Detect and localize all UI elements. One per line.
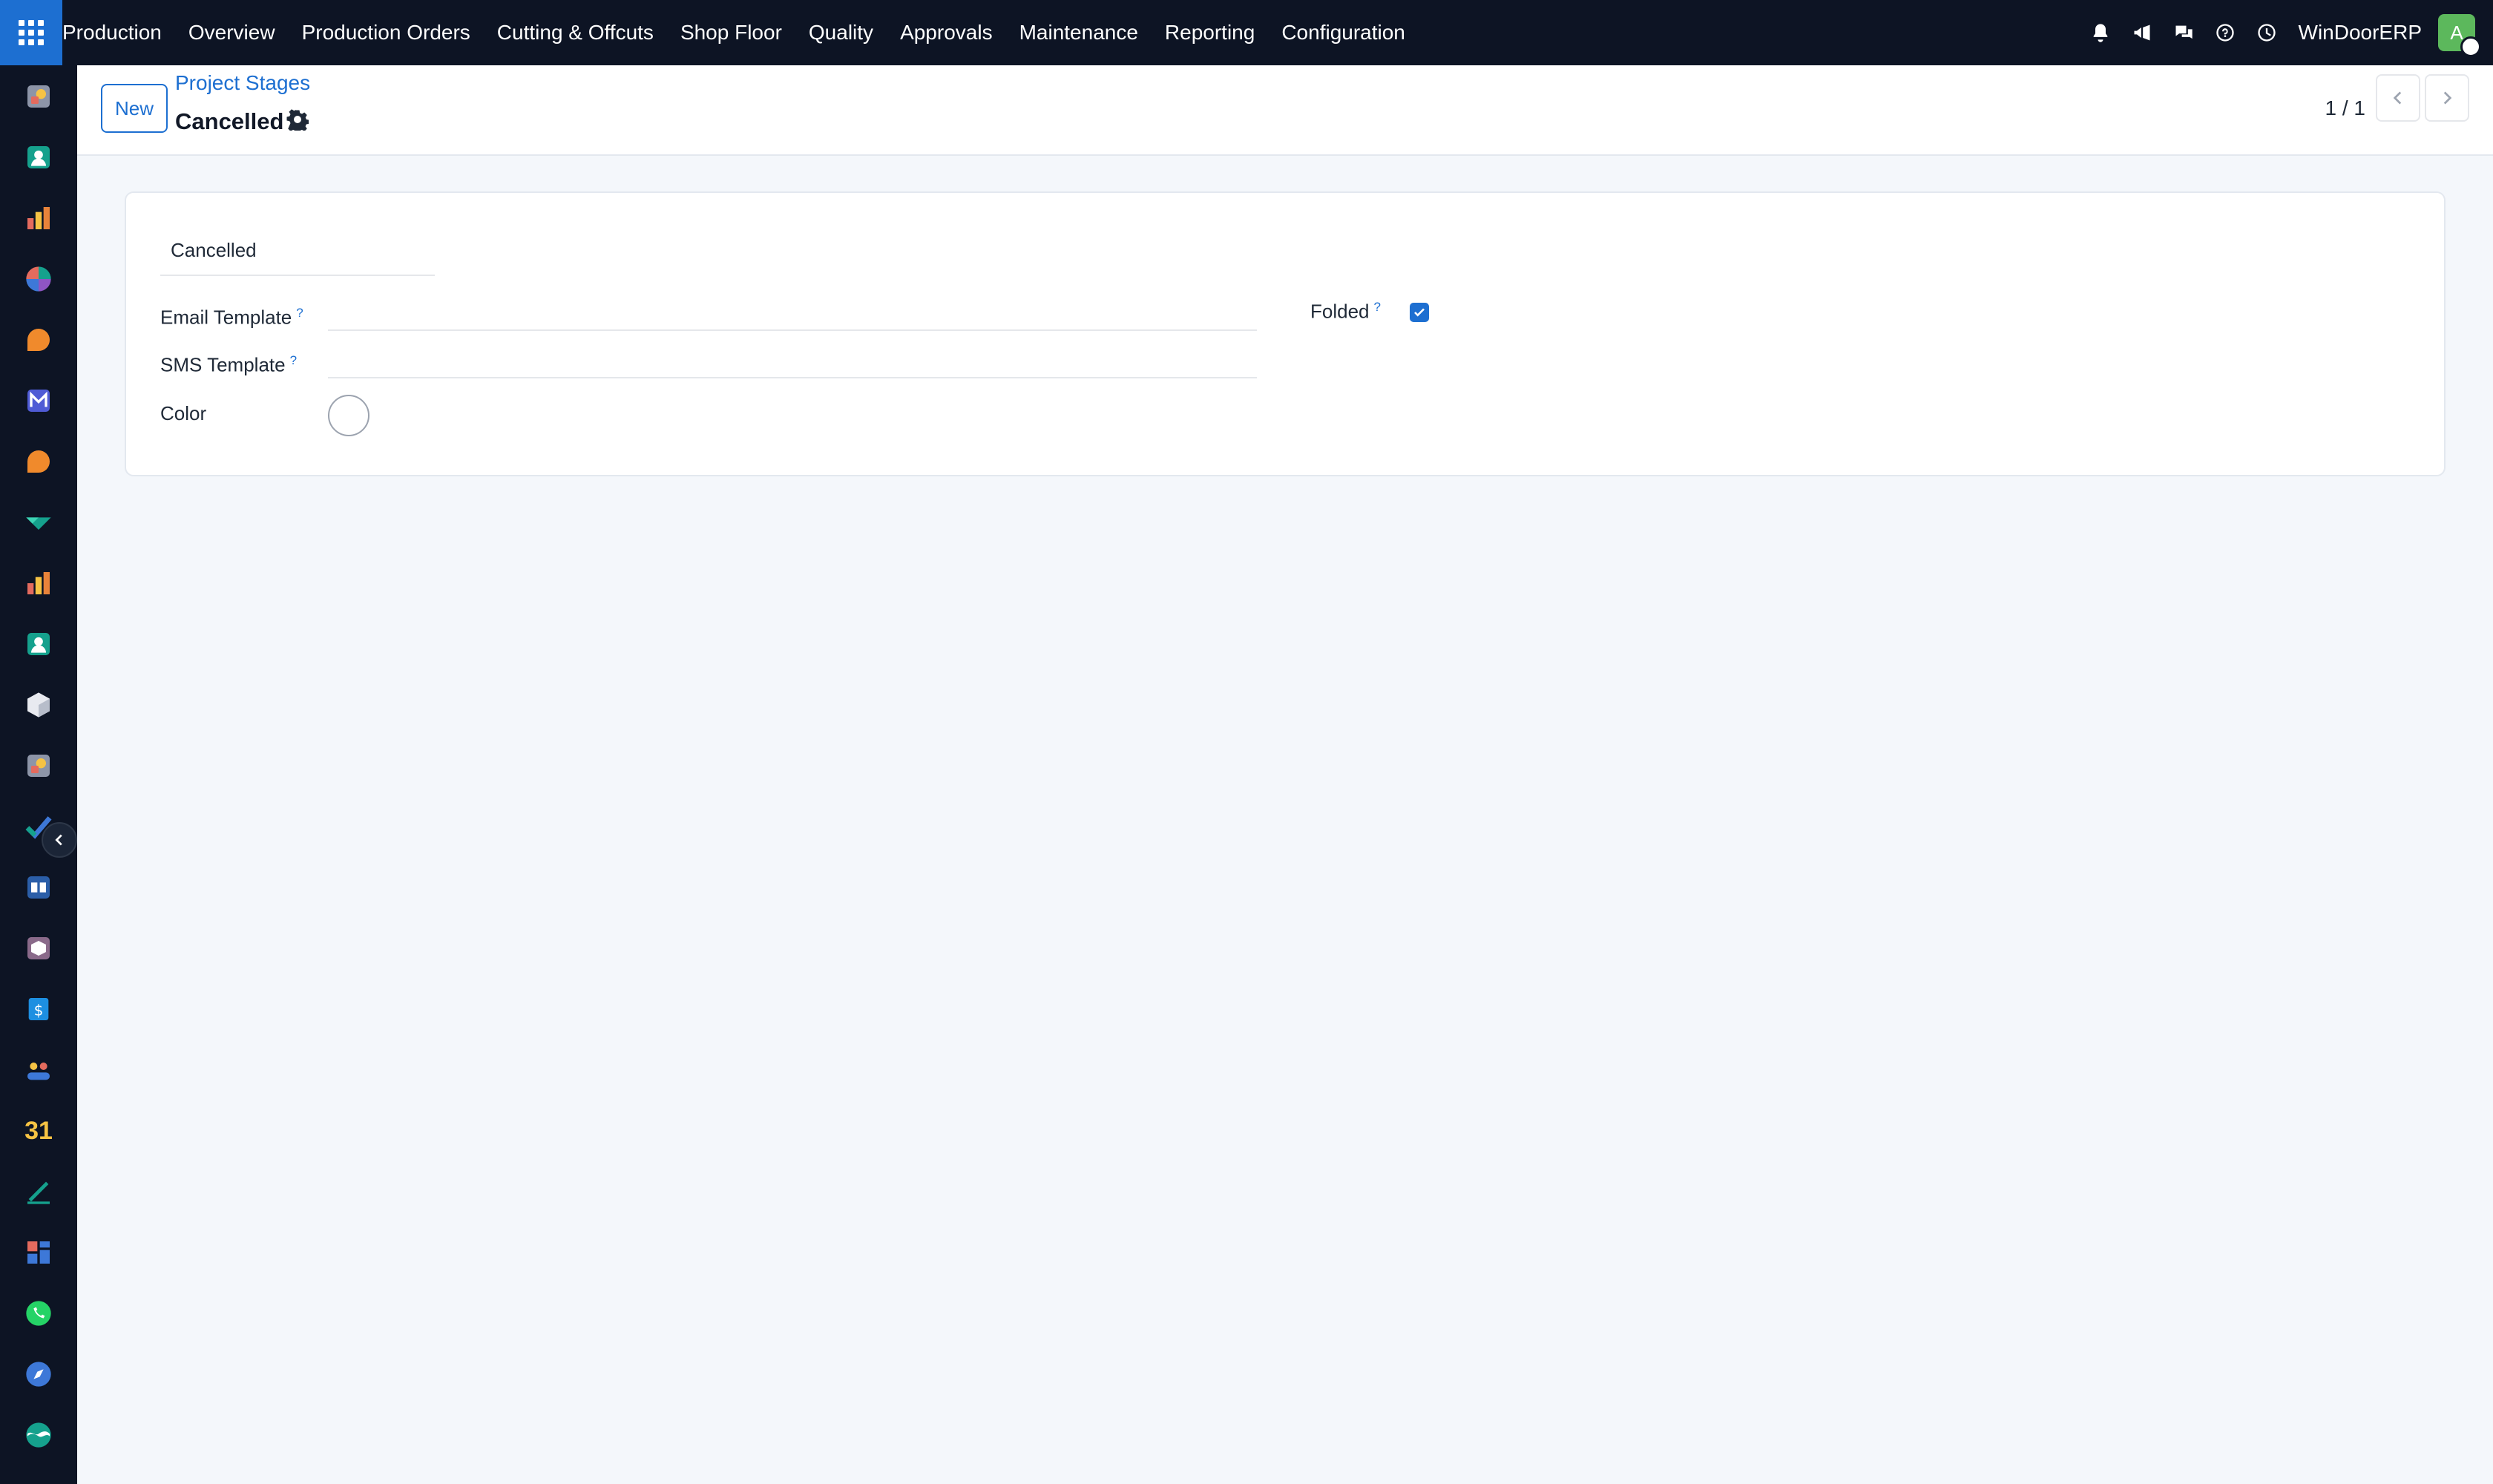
mail-icon[interactable] — [22, 384, 55, 417]
pager-previous-button[interactable] — [2376, 74, 2420, 122]
dashboard-icon[interactable] — [22, 1236, 55, 1269]
top-navbar: Production Overview Production Orders Cu… — [0, 0, 2493, 65]
pager-value[interactable]: 1 / 1 — [2325, 96, 2365, 120]
folded-label: Folded? — [1310, 300, 1381, 324]
form-sheet: Cancelled Email Template? SMS Template? … — [125, 191, 2446, 476]
people-icon[interactable] — [22, 1054, 55, 1086]
help-icon[interactable] — [2208, 16, 2242, 50]
sidebar-collapse-button[interactable] — [42, 822, 77, 858]
chevron-right-icon — [2443, 91, 2452, 105]
checkmark-icon — [1414, 308, 1425, 317]
stage-name-input[interactable]: Cancelled — [160, 234, 435, 276]
menu-item-shop-floor[interactable]: Shop Floor — [680, 21, 782, 45]
color-picker[interactable] — [328, 395, 369, 436]
chevron-left-icon — [2393, 91, 2402, 105]
box-icon[interactable] — [22, 932, 55, 965]
invoice-icon[interactable]: $ — [22, 993, 55, 1025]
sms-template-label: SMS Template? — [160, 353, 297, 377]
menu-app-name[interactable]: Production — [62, 21, 162, 45]
systray: WinDoorERP A — [2083, 0, 2493, 65]
menu-item-overview[interactable]: Overview — [188, 21, 275, 45]
contacts-icon[interactable] — [22, 141, 55, 174]
svg-text:$: $ — [34, 1001, 44, 1019]
sms-template-label-text: SMS Template — [160, 353, 286, 376]
folded-help-icon[interactable]: ? — [1374, 300, 1381, 314]
menu-item-approvals[interactable]: Approvals — [900, 21, 993, 45]
calendar-icon[interactable]: 31 — [22, 1114, 55, 1147]
calendar-label: 31 — [24, 1116, 53, 1145]
app-icon[interactable] — [22, 80, 55, 113]
menu-item-reporting[interactable]: Reporting — [1165, 21, 1255, 45]
control-panel: New Project Stages Cancelled 1 / 1 — [77, 65, 2493, 156]
main-menu: Production Overview Production Orders Cu… — [62, 0, 1432, 65]
app-sidebar: $ 31 — [0, 65, 77, 1484]
gear-icon[interactable] — [286, 108, 309, 131]
chart-icon[interactable] — [22, 202, 55, 234]
email-template-label-text: Email Template — [160, 306, 292, 329]
sign-icon[interactable] — [22, 1175, 55, 1208]
company-switcher[interactable]: WinDoorERP — [2299, 21, 2422, 45]
sms-template-help-icon[interactable]: ? — [290, 353, 297, 367]
sms-template-input[interactable] — [328, 341, 1257, 378]
menu-item-production-orders[interactable]: Production Orders — [302, 21, 470, 45]
email-template-input[interactable] — [328, 294, 1257, 331]
chevron-left-icon — [55, 834, 62, 846]
whatsapp-icon[interactable] — [22, 1297, 55, 1330]
contacts-icon[interactable] — [22, 628, 55, 660]
email-template-help-icon[interactable]: ? — [296, 306, 303, 320]
folded-checkbox[interactable] — [1410, 303, 1429, 322]
user-avatar[interactable]: A — [2438, 14, 2481, 57]
chat-icon[interactable] — [22, 445, 55, 478]
tag-icon[interactable] — [22, 506, 55, 539]
apps-menu-button[interactable] — [0, 0, 62, 65]
grid-icon — [19, 20, 44, 45]
megaphone-icon[interactable] — [2125, 16, 2159, 50]
pager-next-button[interactable] — [2425, 74, 2469, 122]
clock-icon[interactable] — [2250, 16, 2284, 50]
new-button[interactable]: New — [101, 84, 168, 133]
menu-item-quality[interactable]: Quality — [809, 21, 873, 45]
book-icon[interactable] — [22, 871, 55, 904]
record-title: Cancelled — [175, 108, 284, 134]
email-template-label: Email Template? — [160, 306, 303, 329]
compass-icon[interactable] — [22, 1358, 55, 1391]
chart-icon[interactable] — [22, 567, 55, 600]
status-dot-icon — [2460, 36, 2481, 57]
color-label: Color — [160, 402, 207, 424]
chat-icon[interactable] — [22, 324, 55, 356]
comments-icon[interactable] — [2167, 16, 2201, 50]
app-icon[interactable] — [22, 749, 55, 782]
breadcrumb[interactable]: Project Stages — [175, 71, 310, 95]
menu-item-configuration[interactable]: Configuration — [1281, 21, 1405, 45]
menu-item-maintenance[interactable]: Maintenance — [1019, 21, 1138, 45]
wave-icon[interactable] — [22, 1419, 55, 1451]
folded-label-text: Folded — [1310, 300, 1370, 323]
pie-icon[interactable] — [22, 263, 55, 295]
cube-icon[interactable] — [22, 689, 55, 721]
bell-icon[interactable] — [2083, 16, 2118, 50]
menu-item-cutting-offcuts[interactable]: Cutting & Offcuts — [497, 21, 654, 45]
